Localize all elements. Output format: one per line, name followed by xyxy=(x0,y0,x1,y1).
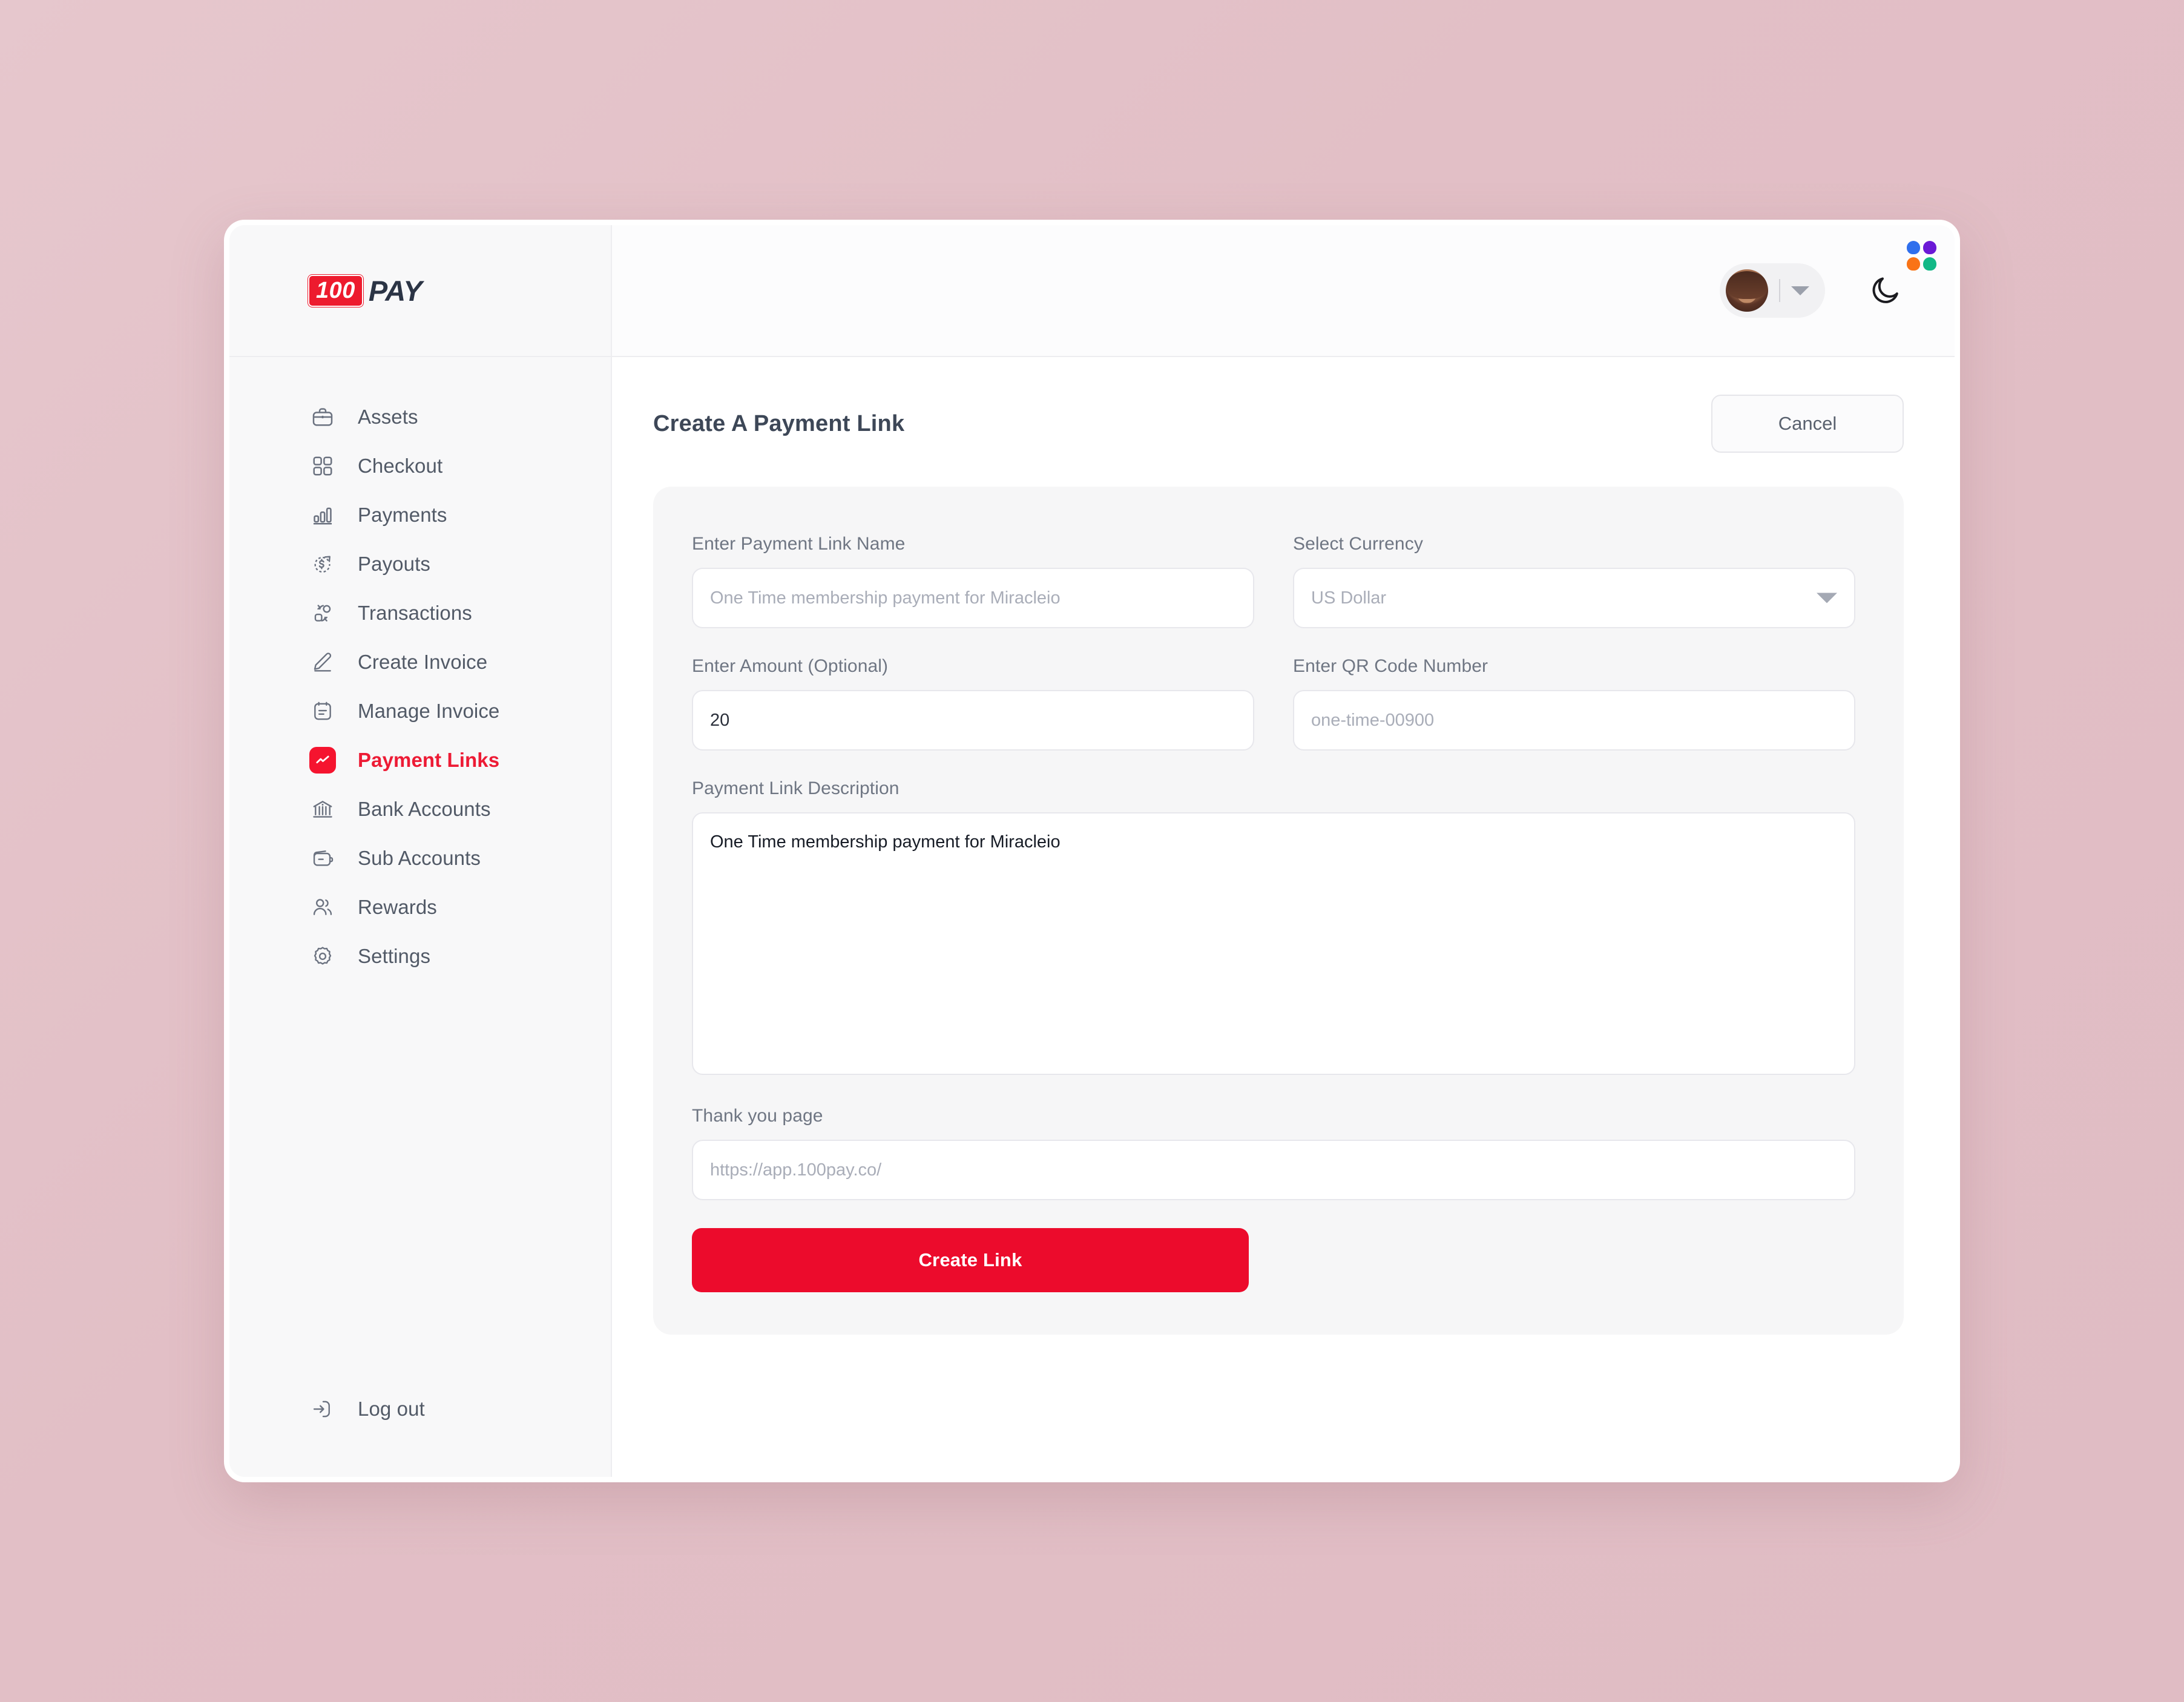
moon-icon xyxy=(1872,277,1898,303)
sidebar-item-payouts[interactable]: Payouts xyxy=(229,539,611,588)
app-window: 100 PAY Assets Checkout Payments Payouts… xyxy=(224,220,1960,1482)
main-content: Create A Payment Link Cancel Enter Payme… xyxy=(612,357,1955,1477)
brand-cell: 100 PAY xyxy=(229,225,612,357)
sidebar-item-label: Rewards xyxy=(358,895,437,918)
sidebar-item-label: Create Invoice xyxy=(358,650,488,673)
description-textarea[interactable] xyxy=(692,812,1855,1075)
chevron-down-icon[interactable] xyxy=(1791,286,1809,295)
field-qr-code: Enter QR Code Number xyxy=(1293,656,1855,751)
app-logo[interactable]: 100 PAY xyxy=(308,274,423,307)
currency-label: Select Currency xyxy=(1293,534,1423,554)
link-name-label: Enter Payment Link Name xyxy=(692,534,906,554)
payment-link-form-card: Enter Payment Link Name Select Currency xyxy=(653,487,1904,1335)
field-currency: Select Currency xyxy=(1293,534,1855,628)
sidebar-item-transactions[interactable]: Transactions xyxy=(229,588,611,637)
user-menu-button[interactable] xyxy=(1720,263,1825,318)
sidebar-item-payments[interactable]: Payments xyxy=(229,490,611,539)
sidebar-item-rewards[interactable]: Rewards xyxy=(229,882,611,932)
sidebar-item-assets[interactable]: Assets xyxy=(229,392,611,441)
link-name-input[interactable] xyxy=(692,568,1254,628)
top-bar-actions xyxy=(612,225,1955,357)
divider xyxy=(1779,279,1780,302)
bank-icon xyxy=(309,796,336,823)
field-thank-you-page: Thank you page xyxy=(692,1106,1855,1200)
currency-select[interactable] xyxy=(1293,568,1855,628)
qr-code-input[interactable] xyxy=(1293,690,1855,751)
sidebar-item-checkout[interactable]: Checkout xyxy=(229,441,611,490)
bar-chart-icon xyxy=(309,502,336,528)
sidebar-item-label: Payments xyxy=(358,503,447,526)
sidebar-item-settings[interactable]: Settings xyxy=(229,932,611,981)
cancel-button[interactable]: Cancel xyxy=(1711,395,1904,453)
top-bar: 100 PAY xyxy=(229,225,1955,357)
sidebar-item-sub-accounts[interactable]: Sub Accounts xyxy=(229,833,611,882)
sidebar-item-label: Assets xyxy=(358,405,418,428)
badge-dot-orange xyxy=(1907,257,1920,271)
gear-icon xyxy=(309,943,336,970)
amount-label: Enter Amount (Optional) xyxy=(692,656,889,676)
dark-mode-toggle[interactable] xyxy=(1864,269,1906,312)
page-header: Create A Payment Link Cancel xyxy=(653,395,1904,453)
sidebar-item-label: Manage Invoice xyxy=(358,699,500,722)
field-description: Payment Link Description xyxy=(692,778,1855,1078)
logo-badge-text: 100 xyxy=(308,274,363,307)
trend-line-icon xyxy=(309,746,336,774)
form-grid: Enter Payment Link Name Select Currency xyxy=(692,534,1855,1292)
amount-input[interactable] xyxy=(692,690,1254,751)
qr-code-label: Enter QR Code Number xyxy=(1293,656,1488,676)
thank-you-page-input[interactable] xyxy=(692,1140,1855,1200)
currency-select-wrap xyxy=(1293,568,1855,628)
page-title: Create A Payment Link xyxy=(653,410,905,436)
users-icon xyxy=(309,894,336,921)
badge-dot-green xyxy=(1923,257,1936,271)
sidebar-item-payment-links[interactable]: Payment Links xyxy=(229,735,611,784)
dollar-arrow-icon xyxy=(309,551,336,577)
badge-dot-blue xyxy=(1907,241,1920,254)
briefcase-icon xyxy=(309,404,336,430)
sidebar-nav: Assets Checkout Payments Payouts Transac… xyxy=(229,392,611,981)
logout-icon xyxy=(309,1396,336,1422)
pencil-icon xyxy=(309,649,336,675)
sidebar-item-label: Sub Accounts xyxy=(358,846,481,869)
sidebar-item-label: Payouts xyxy=(358,552,430,575)
badge-dot-purple xyxy=(1923,241,1936,254)
avatar xyxy=(1726,269,1768,312)
description-label: Payment Link Description xyxy=(692,778,900,798)
desktop-background: 100 PAY Assets Checkout Payments Payouts… xyxy=(0,0,2184,1702)
sidebar-item-manage-invoice[interactable]: Manage Invoice xyxy=(229,686,611,735)
logout-button[interactable]: Log out xyxy=(229,1384,611,1433)
transactions-icon xyxy=(309,600,336,626)
sidebar-item-label: Transactions xyxy=(358,601,472,624)
sidebar-item-label: Bank Accounts xyxy=(358,797,491,820)
logout-label: Log out xyxy=(358,1397,425,1420)
wallet-icon xyxy=(309,845,336,872)
sidebar: Assets Checkout Payments Payouts Transac… xyxy=(229,357,612,1477)
sidebar-item-label: Checkout xyxy=(358,454,443,477)
sidebar-item-create-invoice[interactable]: Create Invoice xyxy=(229,637,611,686)
create-link-button[interactable]: Create Link xyxy=(692,1228,1249,1292)
sidebar-footer: Log out xyxy=(229,1384,611,1477)
grid-icon xyxy=(309,453,336,479)
thank-you-page-label: Thank you page xyxy=(692,1106,823,1126)
collaborator-cursor-badge xyxy=(1907,241,1936,271)
field-link-name: Enter Payment Link Name xyxy=(692,534,1254,628)
logo-word-text: PAY xyxy=(368,274,423,307)
sidebar-item-label: Settings xyxy=(358,944,431,967)
sidebar-item-label: Payment Links xyxy=(358,748,500,771)
form-actions: Create Link xyxy=(692,1228,1855,1292)
field-amount: Enter Amount (Optional) xyxy=(692,656,1254,751)
document-list-icon xyxy=(309,698,336,724)
sidebar-item-bank-accounts[interactable]: Bank Accounts xyxy=(229,784,611,833)
body: Assets Checkout Payments Payouts Transac… xyxy=(229,357,1955,1477)
active-indicator-badge xyxy=(309,746,336,774)
